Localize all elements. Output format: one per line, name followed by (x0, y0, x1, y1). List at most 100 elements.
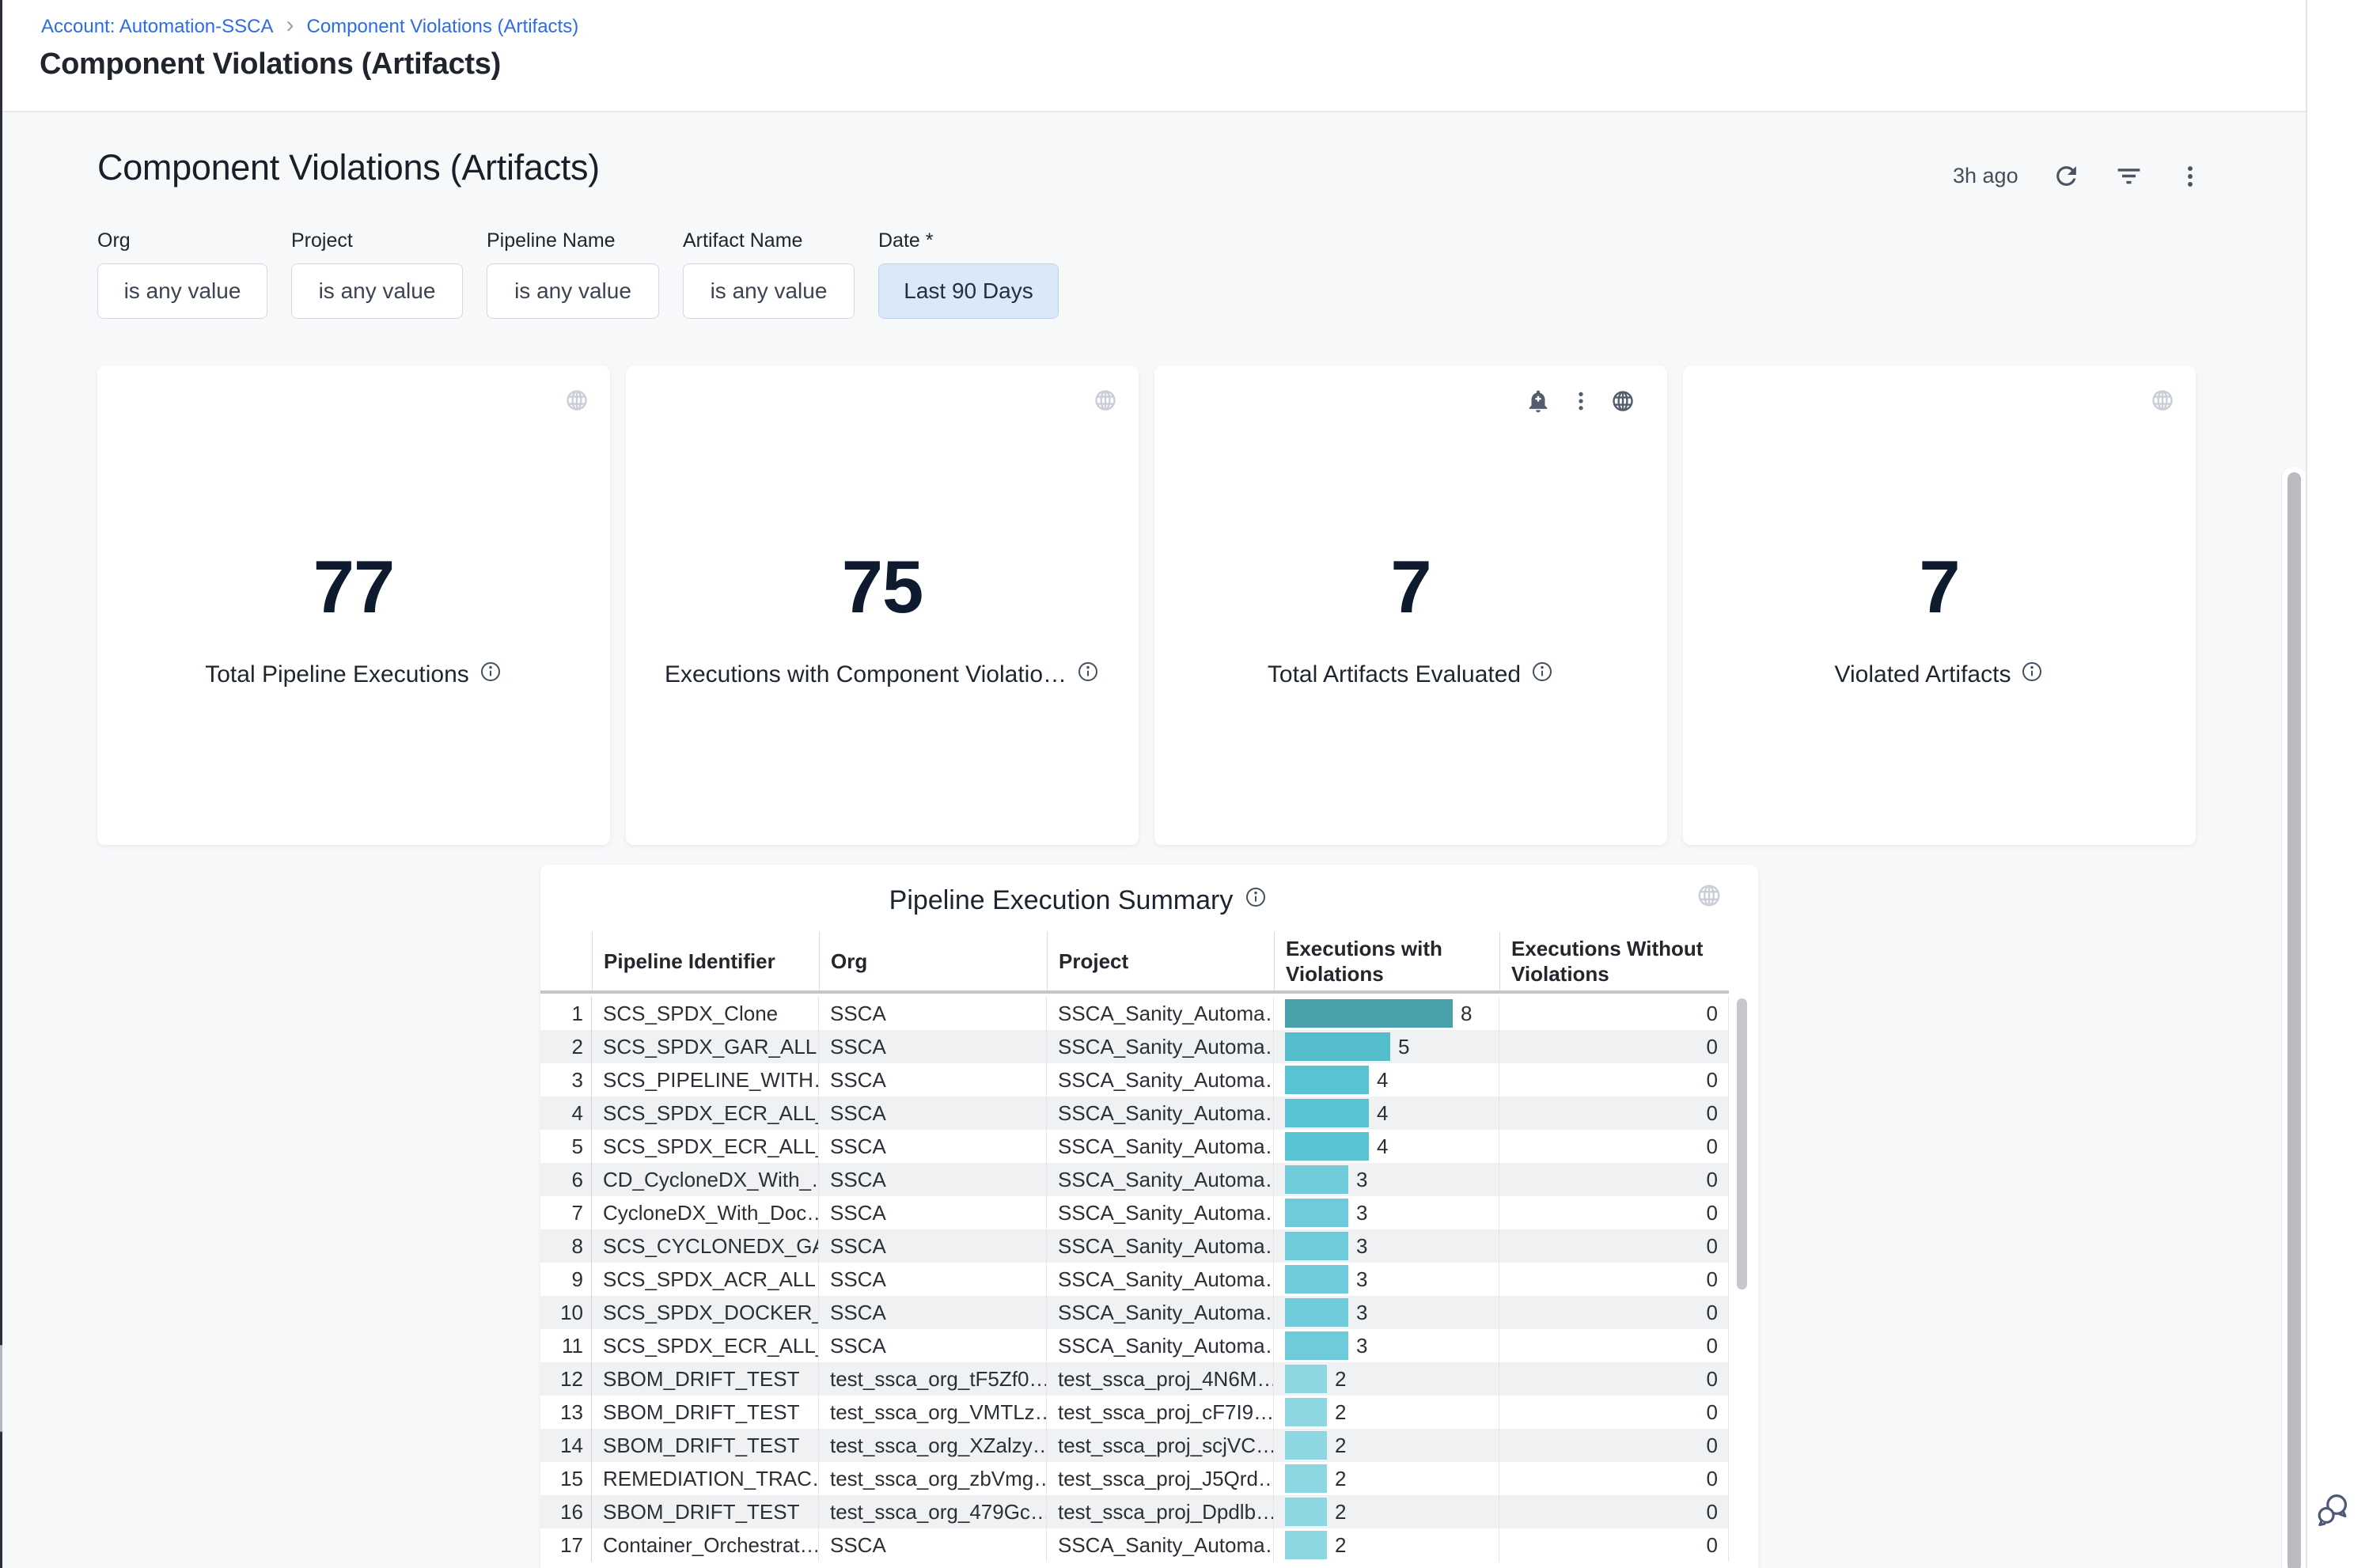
cell-project: test_ssca_proj_cF7I9… (1047, 1396, 1274, 1429)
cell-org: test_ssca_org_zbVmg… (819, 1462, 1047, 1495)
breadcrumb-account-link[interactable]: Account: Automation-SSCA (41, 16, 273, 38)
table-row[interactable]: 9SCS_SPDX_ACR_ALL…SSCASSCA_Sanity_Automa… (540, 1263, 1729, 1296)
cell-project: test_ssca_proj_4N6M… (1047, 1362, 1274, 1396)
cell-executions-without-violations: 0 (1499, 1362, 1729, 1396)
tile-violated-artifacts[interactable]: 7Violated Artifacts (1683, 365, 2196, 845)
table-scrollbar[interactable] (1734, 997, 1749, 1568)
tile-total-artifacts-evaluated[interactable]: 7Total Artifacts Evaluated (1154, 365, 1667, 845)
table-body: 1SCS_SPDX_CloneSSCASSCA_Sanity_Automa…80… (540, 997, 1729, 1562)
cell-project: SSCA_Sanity_Automa… (1047, 1030, 1274, 1063)
table-row[interactable]: 1SCS_SPDX_CloneSSCASSCA_Sanity_Automa…80 (540, 997, 1729, 1030)
violations-bar-value: 8 (1461, 1002, 1472, 1026)
globe-icon[interactable] (1610, 388, 1636, 418)
filter-artifact-name-button[interactable]: is any value (683, 263, 855, 319)
column-header-project[interactable]: Project (1047, 932, 1274, 990)
column-header-executions-without-violations[interactable]: Executions Without Violations (1499, 932, 1729, 990)
cell-org: SSCA (819, 1528, 1047, 1562)
table-scrollbar-thumb[interactable] (1737, 998, 1747, 1290)
page-scrollbar[interactable] (2281, 467, 2306, 1568)
kebab-menu-icon[interactable] (1569, 389, 1593, 417)
cell-org: test_ssca_org_479Gc… (819, 1495, 1047, 1528)
table-row[interactable]: 13SBOM_DRIFT_TESTtest_ssca_org_VMTLz…tes… (540, 1396, 1729, 1429)
table-row[interactable]: 2SCS_SPDX_GAR_ALL…SSCASSCA_Sanity_Automa… (540, 1030, 1729, 1063)
table-row[interactable]: 6CD_CycloneDX_With_…SSCASSCA_Sanity_Auto… (540, 1163, 1729, 1196)
cell-row-number: 10 (540, 1296, 592, 1329)
tile-executions-with-component-violatio[interactable]: 75Executions with Component Violatio… (626, 365, 1139, 845)
column-header-pipeline-identifier[interactable]: Pipeline Identifier (592, 932, 819, 990)
globe-icon[interactable] (1696, 882, 1723, 913)
table-row[interactable]: 4SCS_SPDX_ECR_ALL_…SSCASSCA_Sanity_Autom… (540, 1096, 1729, 1130)
info-icon[interactable] (1244, 885, 1268, 916)
cell-row-number: 7 (540, 1196, 592, 1229)
cell-project: SSCA_Sanity_Automa… (1047, 1063, 1274, 1096)
filter-icon[interactable] (2114, 161, 2143, 191)
cell-executions-with-violations: 3 (1274, 1296, 1499, 1329)
info-icon[interactable] (479, 660, 502, 690)
info-icon[interactable] (1076, 660, 1100, 690)
filter-date: Date *Last 90 Days (878, 229, 1059, 319)
page-title: Component Violations (Artifacts) (40, 47, 501, 81)
cell-org: test_ssca_org_XZalzy… (819, 1429, 1047, 1462)
globe-icon[interactable] (564, 388, 589, 417)
chat-support-icon[interactable] (2312, 1489, 2353, 1534)
tile-icons (564, 388, 589, 417)
column-header-row-number (540, 932, 592, 990)
table-row[interactable]: 5SCS_SPDX_ECR_ALL_…SSCASSCA_Sanity_Autom… (540, 1130, 1729, 1163)
filter-label: Org (97, 229, 267, 250)
cell-executions-with-violations: 2 (1274, 1462, 1499, 1495)
cell-org: SSCA (819, 997, 1047, 1030)
tile-label: Violated Artifacts (1835, 661, 2011, 688)
cell-row-number: 15 (540, 1462, 592, 1495)
table-row[interactable]: 16SBOM_DRIFT_TESTtest_ssca_org_479Gc…tes… (540, 1495, 1729, 1528)
bell-plus-icon[interactable] (1525, 388, 1552, 419)
filter-org-button[interactable]: is any value (97, 263, 267, 319)
kebab-menu-icon[interactable] (2177, 163, 2204, 190)
cell-row-number: 5 (540, 1130, 592, 1163)
cell-executions-without-violations: 0 (1499, 1528, 1729, 1562)
cell-executions-without-violations: 0 (1499, 1196, 1729, 1229)
table-row[interactable]: 10SCS_SPDX_DOCKER_…SSCASSCA_Sanity_Autom… (540, 1296, 1729, 1329)
table-row[interactable]: 15REMEDIATION_TRAC…test_ssca_org_zbVmg…t… (540, 1462, 1729, 1495)
table-row[interactable]: 8SCS_CYCLONEDX_GA…SSCASSCA_Sanity_Automa… (540, 1229, 1729, 1263)
filter-org: Org is any value (97, 229, 267, 319)
cell-org: SSCA (819, 1096, 1047, 1130)
filter-date-button[interactable]: Last 90 Days (878, 263, 1059, 319)
violations-bar-value: 2 (1335, 1467, 1346, 1491)
table-row[interactable]: 12SBOM_DRIFT_TESTtest_ssca_org_tF5Zf0…te… (540, 1362, 1729, 1396)
info-icon[interactable] (2020, 660, 2044, 690)
cell-pipeline-identifier: SCS_SPDX_ACR_ALL… (592, 1263, 819, 1296)
table-row[interactable]: 11SCS_SPDX_ECR_ALL_…SSCASSCA_Sanity_Auto… (540, 1329, 1729, 1362)
filter-pipeline-name: Pipeline Nameis any value (487, 229, 659, 319)
top-window-bar: Account: Automation-SSCA › Component Vio… (0, 0, 2369, 112)
table-row[interactable]: 14SBOM_DRIFT_TESTtest_ssca_org_XZalzy…te… (540, 1429, 1729, 1462)
cell-project: test_ssca_proj_J5Qrd… (1047, 1462, 1274, 1495)
globe-icon[interactable] (1093, 388, 1118, 417)
header-divider (0, 111, 2306, 112)
cell-executions-without-violations: 0 (1499, 1296, 1729, 1329)
cell-org: SSCA (819, 1130, 1047, 1163)
cell-executions-without-violations: 0 (1499, 1263, 1729, 1296)
cell-pipeline-identifier: SCS_SPDX_GAR_ALL… (592, 1030, 819, 1063)
filter-project-button[interactable]: is any value (291, 263, 463, 319)
table-row[interactable]: 3SCS_PIPELINE_WITH…SSCASSCA_Sanity_Autom… (540, 1063, 1729, 1096)
table-row[interactable]: 7CycloneDX_With_Doc…SSCASSCA_Sanity_Auto… (540, 1196, 1729, 1229)
tile-total-pipeline-executions[interactable]: 77Total Pipeline Executions (97, 365, 610, 845)
filter-label: Artifact Name (683, 229, 855, 250)
tile-label: Total Pipeline Executions (205, 661, 469, 688)
filter-row: Orgis any valueProjectis any valuePipeli… (97, 229, 1059, 319)
filter-pipeline-name-button[interactable]: is any value (487, 263, 659, 319)
cell-row-number: 13 (540, 1396, 592, 1429)
page-scrollbar-thumb[interactable] (2288, 472, 2301, 1568)
cell-row-number: 1 (540, 997, 592, 1030)
column-header-org[interactable]: Org (819, 932, 1047, 990)
table-row[interactable]: 17Container_Orchestrat…SSCASSCA_Sanity_A… (540, 1528, 1729, 1562)
column-header-executions-with-violations[interactable]: Executions with Violations (1274, 932, 1499, 990)
cell-pipeline-identifier: CycloneDX_With_Doc… (592, 1196, 819, 1229)
refresh-icon[interactable] (2052, 161, 2081, 191)
info-icon[interactable] (1530, 660, 1554, 690)
cell-project: test_ssca_proj_Dpdlb… (1047, 1495, 1274, 1528)
breadcrumb-current-link[interactable]: Component Violations (Artifacts) (306, 16, 578, 38)
cell-executions-with-violations: 3 (1274, 1229, 1499, 1263)
globe-icon[interactable] (2150, 388, 2175, 417)
cell-project: SSCA_Sanity_Automa… (1047, 1296, 1274, 1329)
